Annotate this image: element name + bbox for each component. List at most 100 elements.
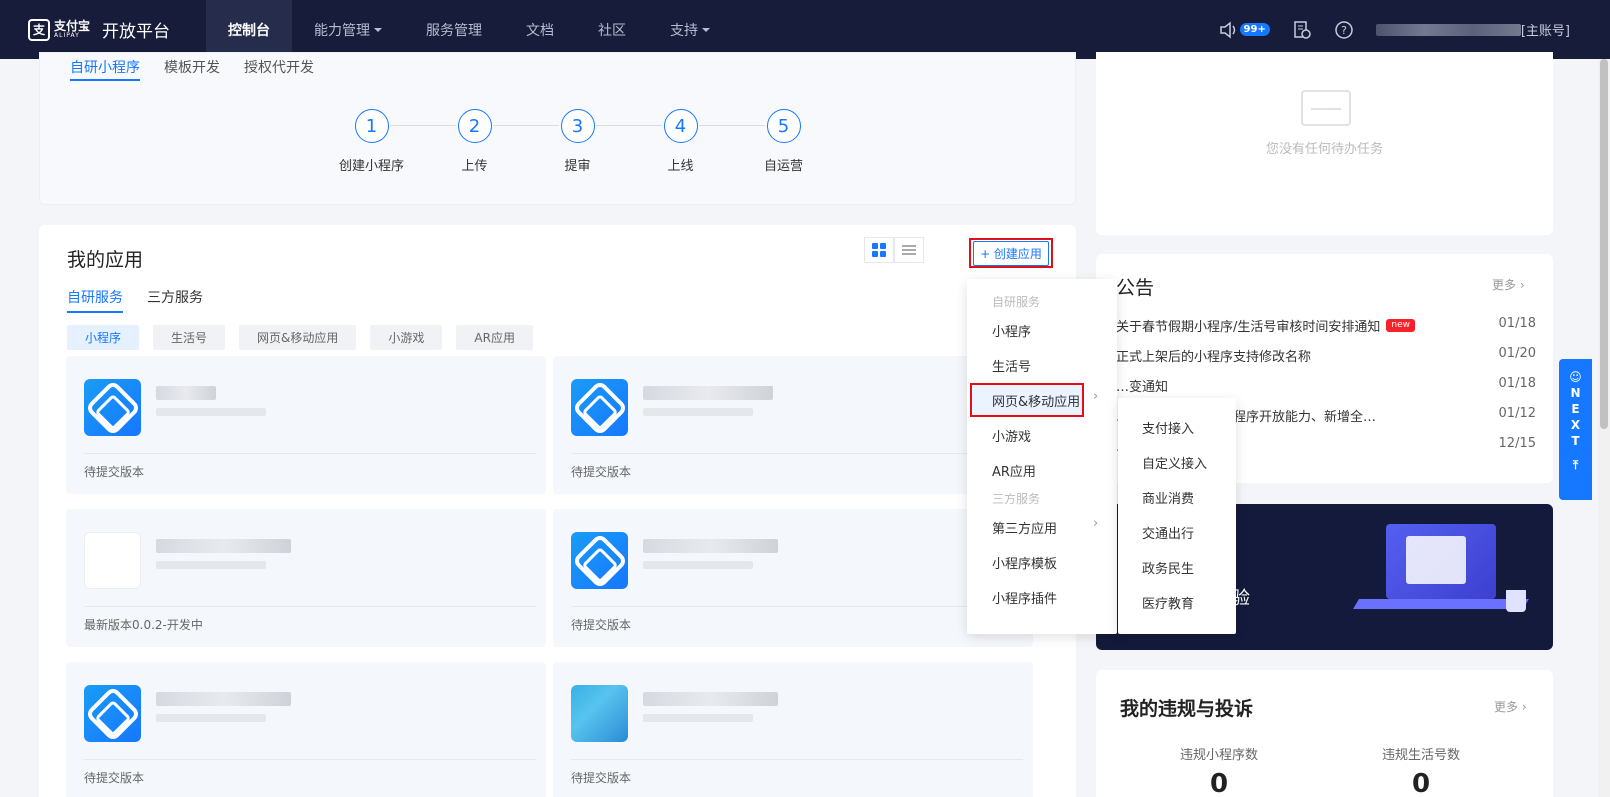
grid-view-button[interactable] bbox=[864, 237, 894, 263]
view-toggle bbox=[864, 237, 924, 263]
app-name-blurred bbox=[643, 692, 778, 722]
submenu-transport[interactable]: 交通出行 bbox=[1142, 523, 1194, 542]
platform-title: 开放平台 bbox=[102, 22, 171, 42]
app-card[interactable]: 待提交版本 bbox=[66, 356, 546, 494]
tab-template-dev[interactable]: 模板开发 bbox=[164, 57, 220, 81]
violation-card: 我的违规与投诉 更多 › 违规小程序数 0 违规生活号数 0 bbox=[1096, 670, 1553, 797]
create-app-dropdown: 自研服务 小程序 生活号 网页&移动应用 › 小游戏 AR应用 三方服务 第三方… bbox=[967, 279, 1117, 634]
app-status: 待提交版本 bbox=[571, 465, 632, 479]
notice-text: 关于春节假期小程序/生活号审核时间安排通知 bbox=[1116, 320, 1381, 335]
dd-item-miniapp[interactable]: 小程序 bbox=[992, 321, 1031, 340]
create-app-label: + 创建应用 bbox=[973, 240, 1049, 266]
step-operate: 5 自运营 bbox=[732, 109, 835, 174]
page-scrollbar[interactable] bbox=[1598, 59, 1610, 797]
next-letter: N bbox=[1570, 386, 1581, 400]
tab-auth-dev[interactable]: 授权代开发 bbox=[244, 57, 314, 81]
filter-ar[interactable]: AR应用 bbox=[456, 325, 533, 350]
stat-label: 违规生活号数 bbox=[1381, 748, 1460, 763]
todo-empty-text: 您没有任何待办任务 bbox=[1265, 142, 1383, 157]
app-name-blurred bbox=[156, 539, 291, 569]
dd-item-web-mobile[interactable]: 网页&移动应用 bbox=[992, 391, 1080, 410]
submenu-commerce[interactable]: 商业消费 bbox=[1142, 488, 1194, 507]
notice-item[interactable]: 正式上架后的小程序支持修改名称 01/20 bbox=[1116, 346, 1536, 365]
violation-more-link[interactable]: 更多 › bbox=[1494, 698, 1527, 715]
empty-inbox-icon bbox=[1301, 90, 1351, 126]
submenu-payment[interactable]: 支付接入 bbox=[1142, 418, 1194, 437]
dd-item-ar[interactable]: AR应用 bbox=[992, 461, 1036, 480]
account-menu[interactable]: [主账号] bbox=[1375, 20, 1570, 39]
app-card[interactable]: 待提交版本 bbox=[553, 356, 1033, 494]
logo-en-text: ALIPAY bbox=[54, 32, 80, 39]
chevron-down-icon bbox=[374, 27, 382, 32]
miniapp-icon bbox=[84, 685, 141, 742]
notice-date: 01/12 bbox=[1498, 406, 1536, 421]
notice-date: 01/18 bbox=[1498, 316, 1536, 331]
nav-support[interactable]: 支持 bbox=[648, 0, 732, 59]
tab-self-service[interactable]: 自研服务 bbox=[67, 287, 123, 313]
nav-capability[interactable]: 能力管理 bbox=[292, 0, 404, 59]
step-review: 3 提审 bbox=[526, 109, 662, 174]
help-button[interactable]: ? bbox=[1334, 20, 1354, 40]
svg-text:?: ? bbox=[1341, 24, 1347, 37]
app-card[interactable]: 待提交版本 bbox=[66, 662, 546, 797]
dd-item-lifestyle[interactable]: 生活号 bbox=[992, 356, 1031, 375]
app-placeholder-icon bbox=[84, 532, 141, 589]
nav-console[interactable]: 控制台 bbox=[206, 0, 292, 59]
notification-button[interactable]: 99+ bbox=[1219, 20, 1270, 39]
dd-item-third-app[interactable]: 第三方应用 bbox=[992, 518, 1057, 537]
next-side-button[interactable]: ☺ N E X T ⤒ bbox=[1559, 359, 1592, 500]
list-icon bbox=[902, 245, 916, 255]
step-number: 4 bbox=[663, 109, 698, 143]
step-label: 上传 bbox=[461, 159, 488, 174]
filter-miniapp[interactable]: 小程序 bbox=[67, 325, 140, 350]
chevron-right-icon: › bbox=[1093, 389, 1099, 404]
step-label: 创建小程序 bbox=[338, 159, 404, 174]
list-view-button[interactable] bbox=[894, 237, 924, 263]
app-card[interactable]: 待提交版本 bbox=[553, 509, 1033, 647]
filter-lifestyle[interactable]: 生活号 bbox=[153, 325, 226, 350]
submenu-custom[interactable]: 自定义接入 bbox=[1142, 453, 1207, 472]
app-photo-icon bbox=[571, 685, 628, 742]
nav-capability-label: 能力管理 bbox=[314, 22, 370, 39]
notice-item[interactable]: …变通知 01/18 bbox=[1116, 376, 1536, 395]
submenu-government[interactable]: 政务民生 bbox=[1142, 558, 1194, 577]
step-label: 自运营 bbox=[763, 159, 803, 174]
more-label: 更多 bbox=[1494, 700, 1519, 714]
my-apps-card: 我的应用 + 创建应用 自研服务 三方服务 小程序 生活号 网页&移动应用 小游… bbox=[39, 225, 1076, 797]
chevron-right-icon: › bbox=[1519, 278, 1525, 292]
notice-item[interactable]: 关于春节假期小程序/生活号审核时间安排通知 new 01/18 bbox=[1116, 316, 1536, 335]
miniapp-icon bbox=[84, 379, 141, 436]
scrollbar-thumb[interactable] bbox=[1600, 59, 1608, 429]
app-status: 待提交版本 bbox=[571, 771, 632, 785]
tab-self-dev[interactable]: 自研小程序 bbox=[70, 57, 140, 81]
service-tabs: 自研服务 三方服务 bbox=[67, 287, 203, 313]
nav-community[interactable]: 社区 bbox=[576, 0, 648, 59]
alipay-logo[interactable]: 支 支付宝 ALIPAY 开放平台 bbox=[28, 17, 206, 42]
app-card[interactable]: 最新版本0.0.2-开发中 bbox=[66, 509, 546, 647]
stat-label: 违规小程序数 bbox=[1179, 748, 1258, 763]
dd-item-miniapp-plugin[interactable]: 小程序插件 bbox=[992, 588, 1057, 607]
app-card[interactable]: 待提交版本 bbox=[553, 662, 1033, 797]
robot-icon: ☺ bbox=[1569, 370, 1582, 384]
notice-more-link[interactable]: 更多 › bbox=[1492, 276, 1525, 293]
notice-date: 01/18 bbox=[1498, 376, 1536, 391]
dd-item-minigame[interactable]: 小游戏 bbox=[992, 426, 1031, 445]
filter-minigame[interactable]: 小游戏 bbox=[370, 325, 443, 350]
filter-web-mobile[interactable]: 网页&移动应用 bbox=[239, 325, 357, 350]
nav-service[interactable]: 服务管理 bbox=[404, 0, 504, 59]
notice-text: …变通知 bbox=[1116, 380, 1169, 395]
doc-log-button[interactable] bbox=[1292, 20, 1312, 40]
steps-flow: 1 创建小程序 2 上传 3 提审 4 上线 5 自运营 bbox=[320, 109, 835, 174]
chevron-right-icon: › bbox=[1521, 700, 1527, 714]
create-app-button[interactable]: + 创建应用 bbox=[969, 238, 1053, 268]
tab-third-service[interactable]: 三方服务 bbox=[147, 287, 203, 313]
next-letter: T bbox=[1571, 434, 1580, 448]
dd-item-miniapp-template[interactable]: 小程序模板 bbox=[992, 553, 1057, 572]
account-role: [主账号] bbox=[1520, 24, 1570, 39]
notice-text: 正式上架后的小程序支持修改名称 bbox=[1116, 350, 1312, 365]
submenu-medical-education[interactable]: 医疗教育 bbox=[1142, 593, 1194, 612]
step-number: 2 bbox=[457, 109, 492, 143]
stat-value: 0 bbox=[1209, 769, 1229, 797]
app-name-blurred bbox=[156, 386, 266, 416]
nav-docs[interactable]: 文档 bbox=[504, 0, 576, 59]
